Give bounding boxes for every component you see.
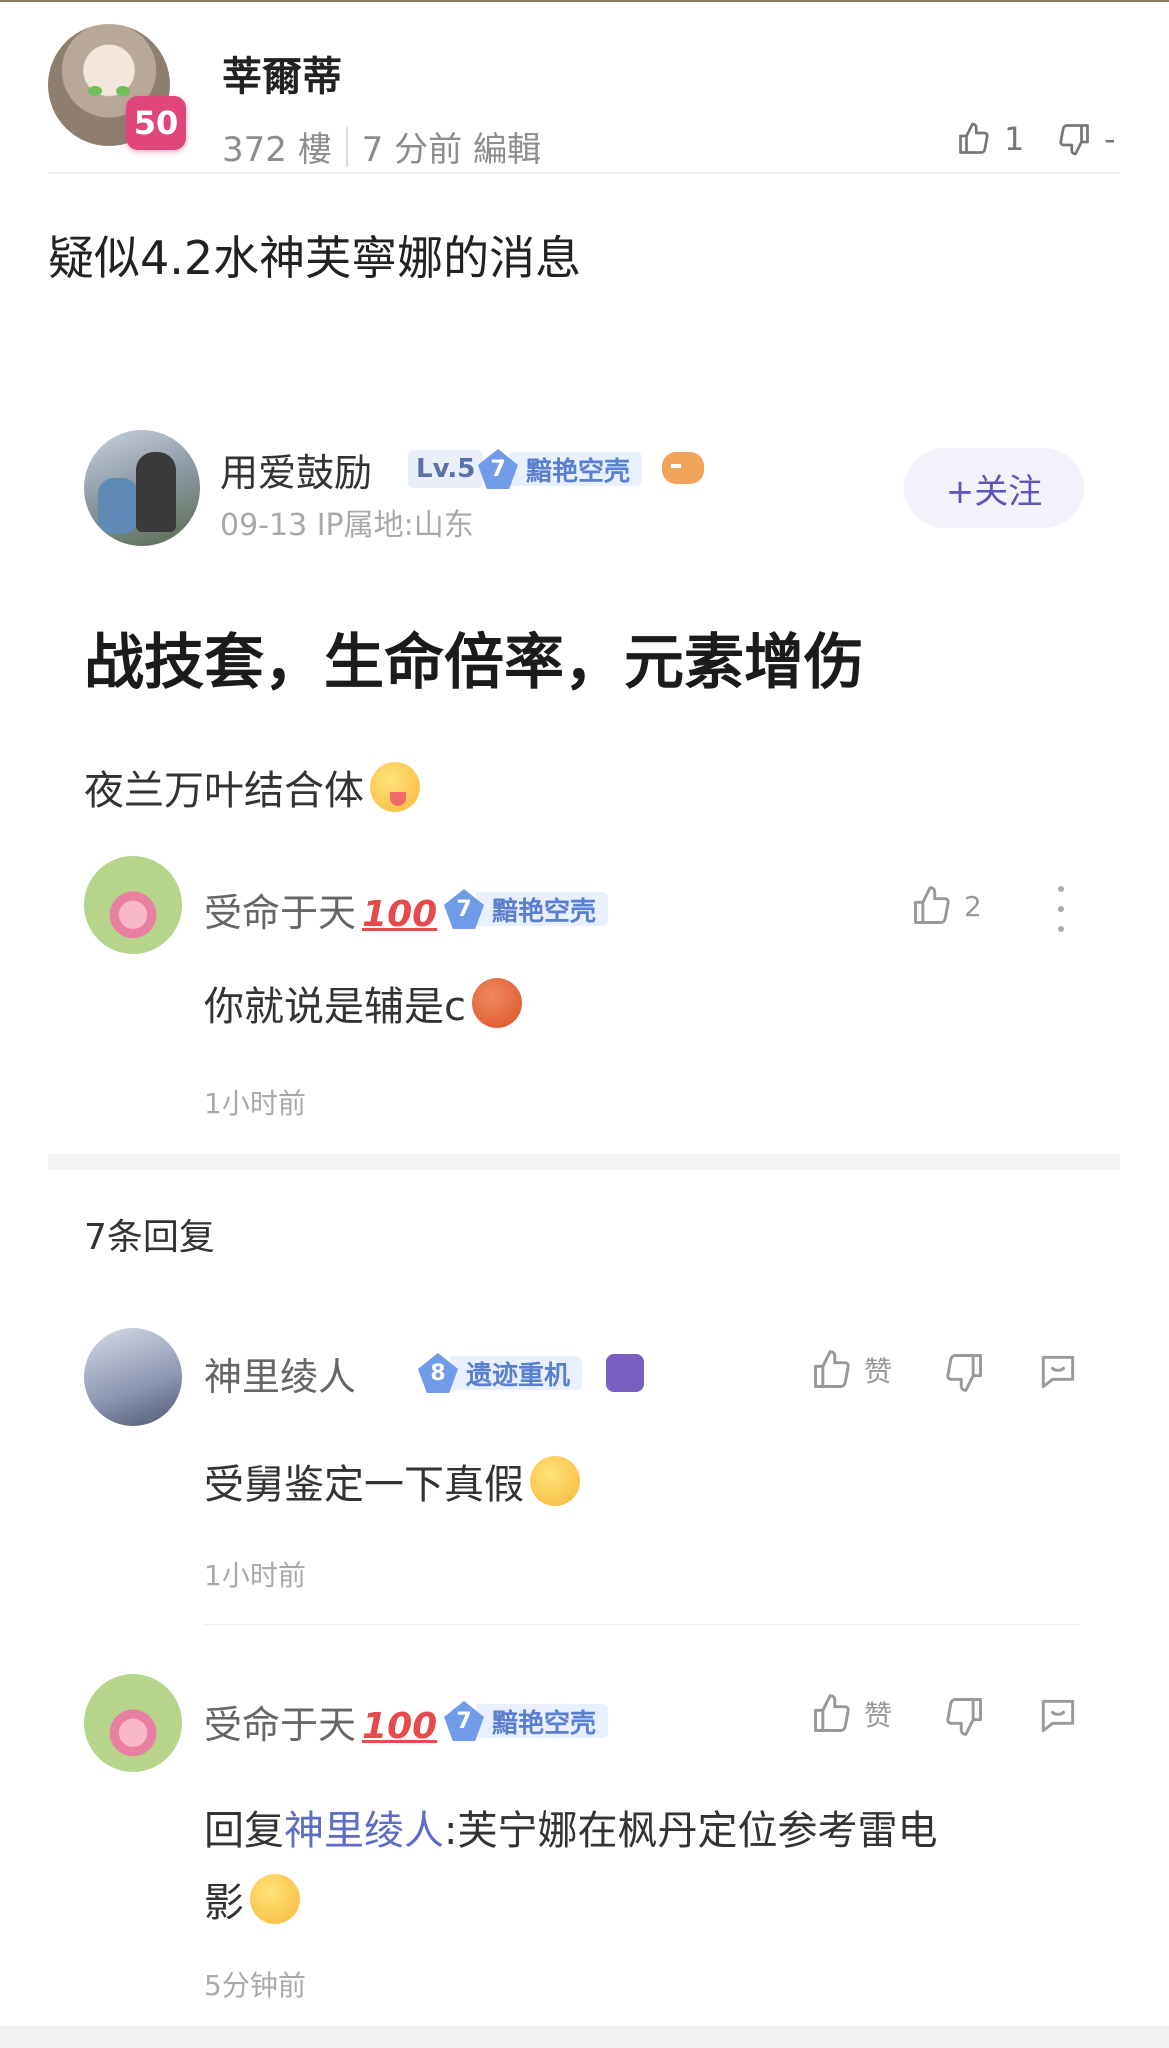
reply-rank-tag: 7 黯艳空壳 — [444, 1701, 609, 1741]
embed-title: 战技套，生命倍率，元素增伤 — [84, 628, 864, 698]
like-button[interactable]: 1 — [956, 120, 1024, 158]
reply-text-line1: 回复 神里绫人 :芙宁娜在枫丹定位参考雷电 — [204, 1798, 937, 1856]
comment-like: 2 — [910, 884, 982, 928]
thumbs-up-icon — [959, 122, 989, 154]
hug-emoji-icon — [250, 1874, 300, 1924]
reply-like: 赞 — [810, 1348, 892, 1392]
thumbs-up-icon — [814, 1694, 850, 1732]
dislike-count: - — [1104, 120, 1116, 158]
reply-divider — [204, 1624, 1080, 1625]
badge-icon — [606, 1354, 644, 1392]
embedded-screenshot: 用爱鼓励 Lv.5 7 黯艳空壳 09-13 IP属地:山东 +关注 战技套，生… — [48, 370, 1120, 2030]
thumbs-down-icon — [946, 1698, 982, 1736]
comment-author-name: 受命于天 — [204, 891, 357, 935]
reply-bubble-icon — [1041, 1699, 1075, 1733]
embed-author-avatar — [84, 430, 200, 546]
hundred-badge-icon: 100 — [362, 894, 438, 935]
reply-time: 1小时前 — [204, 1559, 306, 1592]
level-badge: 50 — [126, 96, 186, 150]
comment-text-content: 你就说是辅是c — [204, 984, 466, 1030]
reply-time: 5分钟前 — [204, 1969, 306, 2002]
reply-avatar — [84, 1328, 182, 1426]
reply-text-content: 受舅鉴定一下真假 — [204, 1462, 524, 1508]
author-name[interactable]: 莘爾蒂 — [222, 44, 342, 102]
reply-author-name: 神里绫人 — [204, 1355, 357, 1399]
comment-avatar — [84, 856, 182, 954]
comment-like-count: 2 — [964, 889, 982, 923]
heart-eyes-emoji-icon — [530, 1456, 580, 1506]
thumbs-down-icon — [1059, 124, 1089, 156]
reply-text: 受舅鉴定一下真假 — [204, 1452, 580, 1510]
bottom-bar — [0, 2026, 1169, 2048]
header-divider — [48, 172, 1120, 174]
like-label: 赞 — [864, 1699, 893, 1732]
thumbs-up-icon — [914, 886, 950, 924]
reply-text-continuation: 影 — [204, 1880, 244, 1926]
post-meta: 372 樓 7 分前 編輯 — [222, 122, 541, 171]
like-label: 赞 — [864, 1355, 893, 1388]
thumbs-up-icon — [814, 1350, 850, 1388]
embed-body: 夜兰万叶结合体 — [84, 758, 420, 816]
meta-divider — [345, 126, 348, 167]
more-vertical-icon — [1058, 886, 1066, 932]
reply-text-content: :芙宁娜在枫丹定位参考雷电 — [444, 1808, 938, 1854]
post-header: 50 莘爾蒂 372 樓 7 分前 編輯 1 - — [48, 24, 1120, 174]
post-title: 疑似4.2水神芙寧娜的消息 — [48, 231, 582, 285]
hundred-badge-icon: 100 — [362, 1706, 438, 1747]
yum-emoji-icon — [370, 762, 420, 812]
reply-avatar — [84, 1674, 182, 1772]
rank-title: 黯艳空壳 — [476, 892, 609, 927]
comment-text: 你就说是辅是c — [204, 974, 522, 1032]
embed-body-text: 夜兰万叶结合体 — [84, 768, 364, 814]
like-count: 1 — [1004, 120, 1025, 158]
comment-time: 1小时前 — [204, 1087, 306, 1120]
reply-author: 受命于天 100 — [204, 1694, 437, 1749]
edit-time: 7 分前 編輯 — [361, 130, 541, 170]
embed-level-tag: Lv.5 — [408, 450, 484, 488]
rank-title: 黯艳空壳 — [476, 1704, 609, 1739]
comment-author: 受命于天 100 — [204, 882, 437, 937]
reply-prefix: 回复 — [204, 1808, 284, 1854]
comment-rank-tag: 7 黯艳空壳 — [444, 889, 609, 929]
floor-number: 372 樓 — [222, 130, 332, 170]
gamepad-icon — [662, 452, 704, 484]
angry-emoji-icon — [472, 978, 522, 1028]
reply-text-line2: 影 — [204, 1870, 300, 1928]
embed-author-name: 用爱鼓励 — [220, 451, 373, 495]
rank-title: 遗迹重机 — [450, 1356, 583, 1391]
rank-title: 黯艳空壳 — [510, 452, 643, 487]
reply-mention-link: 神里绫人 — [284, 1808, 444, 1854]
follow-button: +关注 — [904, 448, 1084, 528]
thumbs-down-icon — [946, 1354, 982, 1392]
section-divider — [48, 1154, 1120, 1170]
top-border — [0, 0, 1169, 2]
reply-bubble-icon — [1041, 1355, 1075, 1389]
reply-rank-tag: 8 遗迹重机 — [418, 1353, 583, 1393]
reply-like: 赞 — [810, 1692, 892, 1736]
dislike-button[interactable]: - — [1056, 120, 1116, 158]
reply-author-name: 受命于天 — [204, 1703, 357, 1747]
reply-count: 7条回复 — [84, 1217, 215, 1258]
embed-rank-tag: 7 黯艳空壳 — [478, 449, 643, 489]
embed-author-meta: 09-13 IP属地:山东 — [220, 508, 474, 543]
